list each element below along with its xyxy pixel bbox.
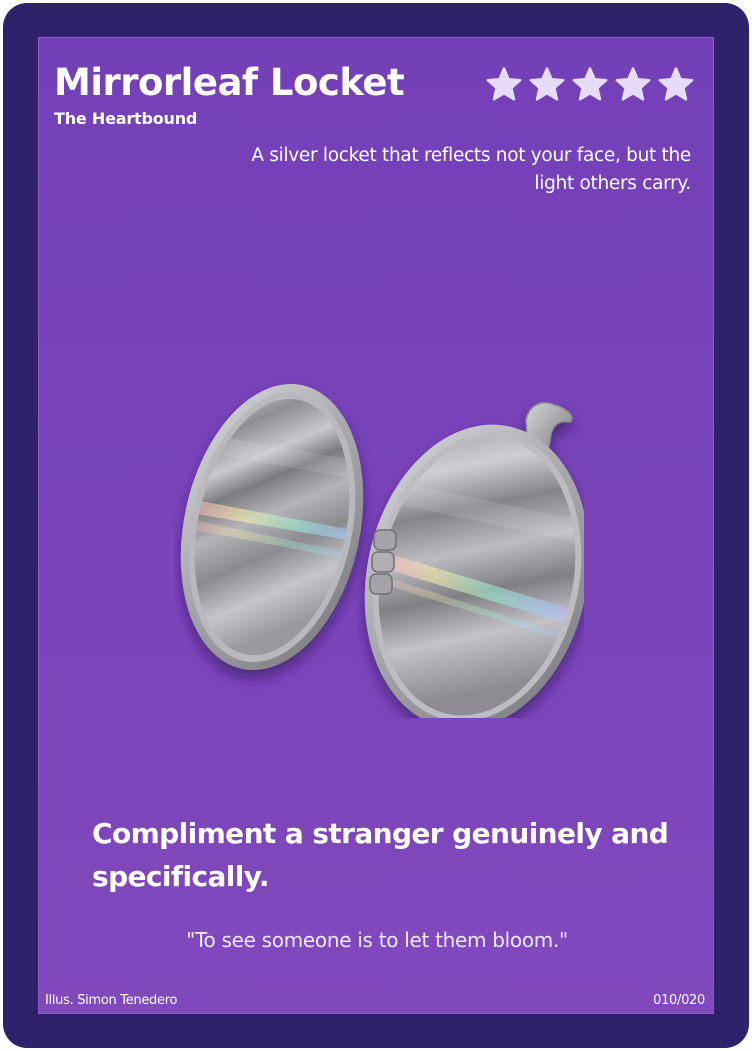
card-title: Mirrorleaf Locket xyxy=(54,61,405,104)
star-icon xyxy=(529,67,565,101)
card-frame: Mirrorleaf Locket The Heartbound A silve… xyxy=(3,3,749,1048)
star-rating xyxy=(484,65,696,105)
star-icon xyxy=(486,67,522,101)
locket-illustration xyxy=(174,383,584,718)
illustrator-credit: Illus. Simon Tenedero xyxy=(45,993,178,1008)
card-prompt: Compliment a stranger genuinely and spec… xyxy=(92,817,669,893)
card-face: Mirrorleaf Locket The Heartbound A silve… xyxy=(38,37,714,1014)
card-number: 010/020 xyxy=(653,993,705,1008)
card-tagline: A silver locket that reflects not your f… xyxy=(251,145,691,194)
flavor-quote: "To see someone is to let them bloom." xyxy=(186,928,568,952)
star-icon xyxy=(615,67,651,101)
star-icon xyxy=(658,67,694,101)
star-icon xyxy=(572,67,608,101)
card-subtitle: The Heartbound xyxy=(54,109,198,128)
